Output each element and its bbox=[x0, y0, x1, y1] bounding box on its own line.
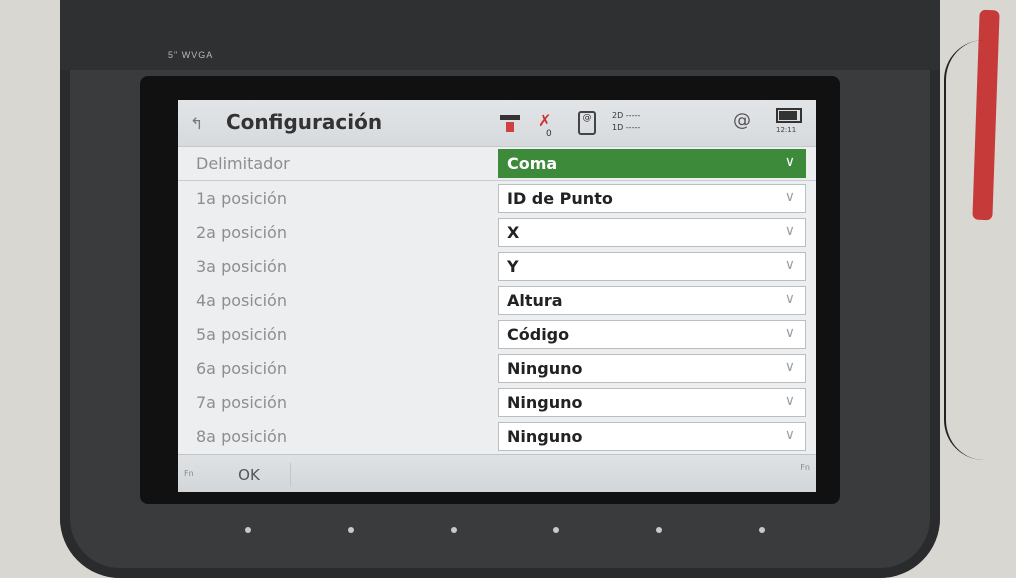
chevron-down-icon: ∨ bbox=[784, 359, 795, 375]
row-label: 3a posición bbox=[196, 257, 287, 276]
list-item: 7a posición Ninguno ∨ bbox=[178, 385, 816, 419]
at-icon[interactable]: @ bbox=[733, 110, 751, 131]
row-label: Delimitador bbox=[196, 154, 290, 173]
clock: 12:11 bbox=[776, 126, 797, 134]
list-item: 4a posición Altura ∨ bbox=[178, 283, 816, 317]
settings-list: Delimitador Coma ∨ 1a posición ID de Pun… bbox=[178, 146, 816, 453]
quality-1d: 1D ----- bbox=[612, 123, 641, 132]
select-value: ID de Punto bbox=[507, 189, 613, 208]
row-label: 7a posición bbox=[196, 393, 287, 412]
position-select[interactable]: Ninguno ∨ bbox=[498, 422, 806, 451]
chevron-down-icon: ∨ bbox=[784, 154, 795, 170]
position-select[interactable]: Altura ∨ bbox=[498, 286, 806, 315]
antenna-icon[interactable] bbox=[498, 111, 522, 135]
list-item: 1a posición ID de Punto ∨ bbox=[178, 181, 816, 215]
satellite-icon[interactable]: ✗ 0 bbox=[538, 111, 562, 139]
select-value: Ninguno bbox=[507, 393, 583, 412]
select-value: Ninguno bbox=[507, 359, 583, 378]
position-select[interactable]: ID de Punto ∨ bbox=[498, 184, 806, 213]
satellite-count: 0 bbox=[546, 129, 552, 139]
select-value: Coma bbox=[507, 154, 558, 173]
row-label: 4a posición bbox=[196, 291, 287, 310]
device-screen: ↰ Configuración ✗ 0 @ 2D ----- 1D ----- … bbox=[178, 100, 816, 492]
row-label: 8a posición bbox=[196, 427, 287, 446]
fn-key-left[interactable]: Fn bbox=[184, 469, 194, 478]
chevron-down-icon: ∨ bbox=[784, 223, 795, 239]
page-title: Configuración bbox=[226, 110, 383, 134]
list-item: 2a posición X ∨ bbox=[178, 215, 816, 249]
list-item: Delimitador Coma ∨ bbox=[178, 146, 816, 181]
chevron-down-icon: ∨ bbox=[784, 257, 795, 273]
ok-button[interactable]: OK bbox=[208, 463, 291, 487]
hardware-buttons bbox=[245, 527, 765, 533]
position-select[interactable]: Ninguno ∨ bbox=[498, 388, 806, 417]
chevron-down-icon: ∨ bbox=[784, 393, 795, 409]
chevron-down-icon: ∨ bbox=[784, 427, 795, 443]
status-bar: ✗ 0 @ 2D ----- 1D ----- bbox=[498, 104, 640, 142]
row-label: 1a posición bbox=[196, 189, 287, 208]
hardware-button[interactable] bbox=[347, 527, 354, 533]
title-bar: ↰ Configuración ✗ 0 @ 2D ----- 1D ----- … bbox=[178, 100, 816, 147]
position-select[interactable]: X ∨ bbox=[498, 218, 806, 247]
position-select[interactable]: Y ∨ bbox=[498, 252, 806, 281]
chevron-down-icon: ∨ bbox=[784, 291, 795, 307]
fn-key-right[interactable]: Fn bbox=[800, 463, 810, 472]
delimiter-select[interactable]: Coma ∨ bbox=[498, 149, 806, 178]
select-value: Y bbox=[507, 257, 519, 276]
list-item: 5a posición Código ∨ bbox=[178, 317, 816, 351]
list-item: 3a posición Y ∨ bbox=[178, 249, 816, 283]
row-label: 6a posición bbox=[196, 359, 287, 378]
hardware-button[interactable] bbox=[450, 527, 457, 533]
row-label: 5a posición bbox=[196, 325, 287, 344]
select-value: Código bbox=[507, 325, 570, 344]
position-select[interactable]: Código ∨ bbox=[498, 320, 806, 349]
list-item: 6a posición Ninguno ∨ bbox=[178, 351, 816, 385]
cable bbox=[944, 40, 1016, 460]
hardware-button[interactable] bbox=[553, 527, 560, 533]
list-item: 8a posición Ninguno ∨ bbox=[178, 419, 816, 453]
row-label: 2a posición bbox=[196, 223, 287, 242]
quality-2d: 2D ----- bbox=[612, 111, 641, 120]
select-value: Ninguno bbox=[507, 427, 583, 446]
bottom-bar: Fn OK Fn bbox=[178, 454, 816, 492]
select-value: X bbox=[507, 223, 520, 242]
hardware-button[interactable] bbox=[245, 527, 251, 533]
back-arrow-icon[interactable]: ↰ bbox=[190, 114, 206, 133]
select-value: Altura bbox=[507, 291, 563, 310]
position-select[interactable]: Ninguno ∨ bbox=[498, 354, 806, 383]
model-label: 5" WVGA bbox=[168, 50, 214, 60]
phone-icon[interactable]: @ bbox=[578, 111, 596, 135]
hardware-button[interactable] bbox=[656, 527, 663, 533]
chevron-down-icon: ∨ bbox=[784, 325, 795, 341]
hardware-button[interactable] bbox=[758, 527, 765, 533]
battery-icon[interactable] bbox=[776, 108, 802, 123]
chevron-down-icon: ∨ bbox=[784, 189, 795, 205]
position-quality[interactable]: 2D ----- 1D ----- bbox=[612, 110, 640, 134]
